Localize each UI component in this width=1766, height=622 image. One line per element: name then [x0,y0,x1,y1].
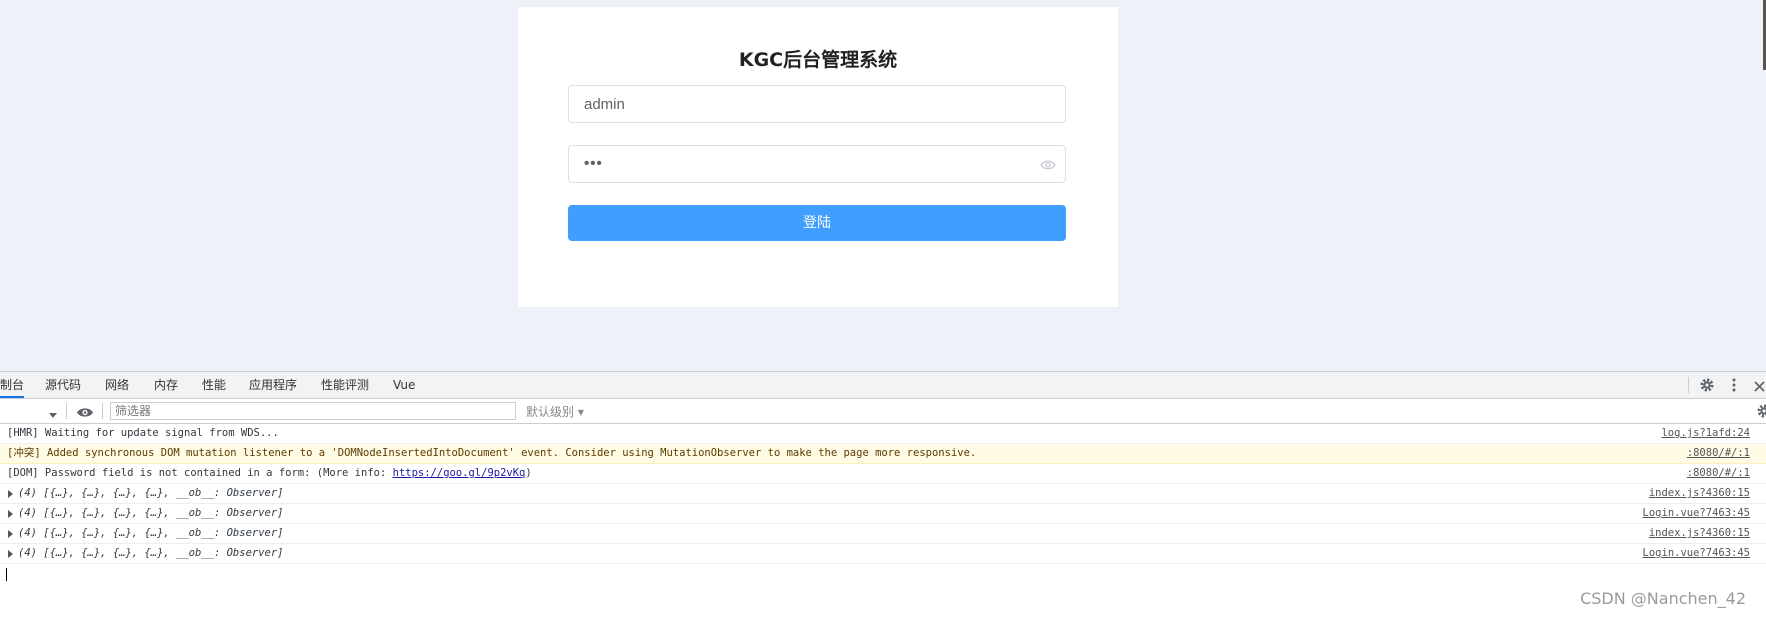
console-warning: [冲突] Added synchronous DOM mutation list… [0,444,1766,464]
devtools-tab-bar: 制台 源代码 网络 内存 性能 应用程序 性能评测 Vue [0,372,1766,399]
watermark: CSDN @Nanchen_42 [1580,589,1746,608]
log-levels-dropdown[interactable]: 默认级别 ▾ [526,403,584,420]
username-input[interactable]: admin [568,85,1066,123]
source-link[interactable]: :8080/#/:1 [1687,444,1750,463]
login-title: KGC后台管理系统 [738,49,898,71]
tab-application[interactable]: 应用程序 [249,372,297,398]
chevron-down-icon[interactable] [48,405,58,418]
show-password-eye-icon[interactable] [1040,157,1056,171]
message-text: [DOM] Password field is not contained in… [7,464,532,483]
message-text: (4) [{…}, {…}, {…}, {…}, __ob__: Observe… [18,527,284,539]
source-link[interactable]: Login.vue?7463:45 [1643,504,1750,523]
console-object-message[interactable]: (4) [{…}, {…}, {…}, {…}, __ob__: Observe… [0,544,1766,564]
message-text: [HMR] Waiting for update signal from WDS… [7,427,279,439]
message-text: (4) [{…}, {…}, {…}, {…}, __ob__: Observe… [18,547,284,559]
source-link[interactable]: :8080/#/:1 [1687,464,1750,483]
divider [66,403,67,419]
console-prompt[interactable] [0,564,1766,584]
password-input[interactable]: ••• [568,145,1066,183]
console-object-message[interactable]: (4) [{…}, {…}, {…}, {…}, __ob__: Observe… [0,484,1766,504]
tab-network[interactable]: 网络 [105,372,129,398]
console-toolbar: 筛选器 默认级别 ▾ [0,399,1766,424]
info-link[interactable]: https://goo.gl/9p2vKq [393,467,526,479]
more-vertical-icon[interactable] [1728,377,1740,393]
message-suffix: ) [525,467,532,479]
tab-vue[interactable]: Vue [393,372,415,398]
username-value: admin [584,96,625,113]
gear-icon[interactable] [1699,377,1715,393]
message-text: (4) [{…}, {…}, {…}, {…}, __ob__: Observe… [18,507,284,519]
message-prefix: [DOM] Password field is not contained in… [7,467,393,479]
console-message: [DOM] Password field is not contained in… [0,464,1766,484]
source-link[interactable]: index.js?4360:15 [1649,524,1750,543]
expand-triangle-icon[interactable] [8,550,13,558]
tab-performance[interactable]: 性能 [202,372,226,398]
console-message: [HMR] Waiting for update signal from WDS… [0,424,1766,444]
devtools-panel: 制台 源代码 网络 内存 性能 应用程序 性能评测 Vue 筛选器 默认级别 ▾… [0,371,1766,622]
message-text: (4) [{…}, {…}, {…}, {…}, __ob__: Observe… [18,487,284,499]
filter-input[interactable]: 筛选器 [110,402,516,420]
console-object-message[interactable]: (4) [{…}, {…}, {…}, {…}, __ob__: Observe… [0,524,1766,544]
gear-icon[interactable] [1756,403,1766,419]
divider [1688,377,1689,393]
expand-triangle-icon[interactable] [8,490,13,498]
console-object-message[interactable]: (4) [{…}, {…}, {…}, {…}, __ob__: Observe… [0,504,1766,524]
expand-triangle-icon[interactable] [8,510,13,518]
page-area: KGC后台管理系统 admin ••• 登陆 [0,0,1766,371]
login-button[interactable]: 登陆 [568,205,1066,241]
tab-lighthouse[interactable]: 性能评测 [321,372,369,398]
expand-triangle-icon[interactable] [8,530,13,538]
password-value: ••• [584,155,603,172]
console-messages: [HMR] Waiting for update signal from WDS… [0,424,1766,584]
tab-console[interactable]: 制台 [0,372,25,398]
tab-memory[interactable]: 内存 [154,372,178,398]
message-text: [冲突] Added synchronous DOM mutation list… [7,447,977,459]
eye-icon[interactable] [76,404,94,417]
close-icon[interactable] [1753,378,1766,392]
divider [102,403,103,419]
source-link[interactable]: Login.vue?7463:45 [1643,544,1750,563]
login-card: KGC后台管理系统 admin ••• 登陆 [518,7,1118,307]
tab-sources[interactable]: 源代码 [45,372,81,398]
source-link[interactable]: index.js?4360:15 [1649,484,1750,503]
source-link[interactable]: log.js?1afd:24 [1661,424,1750,443]
text-cursor [6,568,7,581]
